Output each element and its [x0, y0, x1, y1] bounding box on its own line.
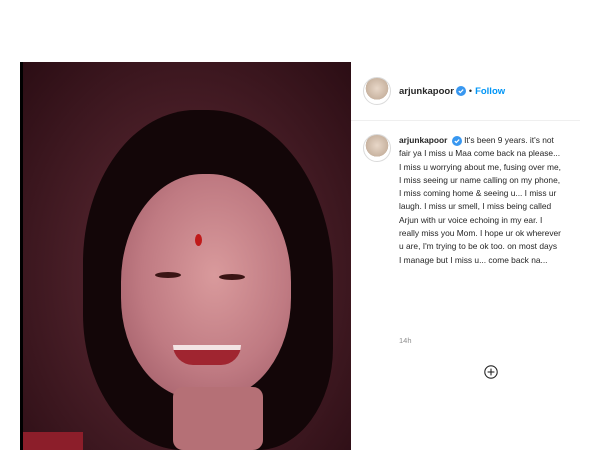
- post-header: arjunkapoor • Follow: [351, 62, 580, 121]
- photo-eye-left: [155, 272, 181, 278]
- verified-badge-icon: [455, 86, 466, 96]
- photo-bindi: [195, 234, 202, 246]
- caption-body: It's been 9 years. it's not fair ya I mi…: [399, 135, 561, 265]
- photo-face: [121, 174, 291, 399]
- photo-cloth: [23, 432, 83, 450]
- add-comment-icon[interactable]: [484, 365, 498, 379]
- instagram-post: arjunkapoor • Follow arjunkapoor It's be…: [20, 62, 580, 450]
- photo-neck: [173, 387, 263, 450]
- photo-eye-right: [219, 274, 245, 280]
- caption-username[interactable]: arjunkapoor: [399, 135, 447, 145]
- username-link[interactable]: arjunkapoor: [399, 86, 454, 97]
- verified-badge-icon: [451, 135, 462, 146]
- avatar[interactable]: [363, 77, 391, 105]
- post-timestamp[interactable]: 14h: [399, 336, 412, 345]
- caption-area: arjunkapoor It's been 9 years. it's not …: [351, 134, 580, 267]
- photo-smile: [173, 345, 241, 365]
- post-info-panel: arjunkapoor • Follow arjunkapoor It's be…: [351, 62, 580, 450]
- separator-dot: •: [468, 86, 473, 96]
- post-photo[interactable]: [23, 62, 351, 450]
- caption-text: arjunkapoor It's been 9 years. it's not …: [399, 134, 561, 267]
- follow-button[interactable]: Follow: [475, 86, 505, 97]
- caption-avatar[interactable]: [363, 134, 391, 162]
